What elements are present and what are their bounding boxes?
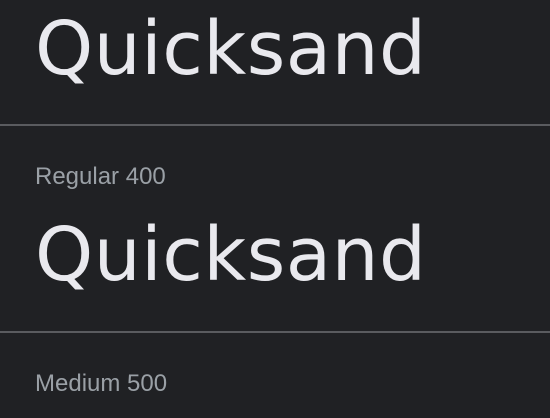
divider <box>0 331 550 333</box>
divider <box>0 124 550 126</box>
font-weight-label: Medium 500 <box>35 370 168 397</box>
font-sample-text: Quicksand <box>35 212 427 298</box>
font-weight-label: Regular 400 <box>35 163 166 190</box>
font-sample-text: Quicksand <box>35 6 427 92</box>
